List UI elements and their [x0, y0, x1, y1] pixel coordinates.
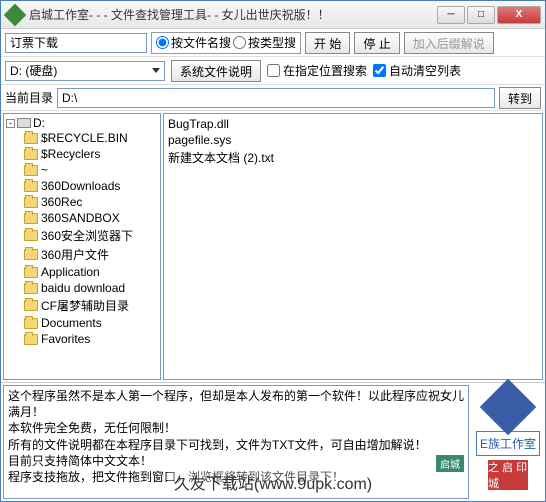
tree-item-label: CF屠梦辅助目录 [41, 297, 129, 314]
file-item[interactable]: 新建文本文档 (2).txt [168, 148, 538, 167]
folder-icon [24, 334, 38, 345]
tree-item-label: 360安全浏览器下 [41, 227, 133, 244]
close-button[interactable]: X [497, 6, 541, 24]
chevron-down-icon [152, 68, 160, 73]
path-label: 当前目录 [5, 89, 53, 106]
tree-item[interactable]: baidu download [6, 280, 158, 296]
tree-item-label: $RECYCLE.BIN [41, 131, 128, 145]
tree-item-label: baidu download [41, 281, 125, 295]
file-item[interactable]: BugTrap.dll [168, 116, 538, 132]
maximize-button[interactable]: □ [467, 6, 495, 24]
tree-item[interactable]: Favorites [6, 331, 158, 347]
file-list[interactable]: BugTrap.dllpagefile.sys新建文本文档 (2).txt [163, 113, 543, 380]
main-area: - D: $RECYCLE.BIN $Recyclers ~360Downloads… [1, 111, 545, 383]
tree-item-label: ~ [41, 163, 48, 177]
tree-item-label: Favorites [41, 332, 90, 346]
folder-icon [24, 165, 38, 176]
tree-root-item[interactable]: - D: [6, 116, 158, 130]
folder-icon [24, 318, 38, 329]
go-button[interactable]: 转到 [499, 87, 541, 109]
stop-button[interactable]: 停 止 [354, 32, 399, 54]
tree-item[interactable]: Application [6, 264, 158, 280]
toolbar-drive: D: (硬盘) 系统文件说明 在指定位置搜索 自动清空列表 [1, 57, 545, 85]
search-input[interactable] [5, 33, 147, 53]
app-icon [4, 3, 27, 26]
description-panel[interactable]: 这个程序虽然不是本人第一个程序，但却是本人发布的第一个软件！以此程序应祝女儿满月… [3, 385, 469, 499]
main-window: 启城工作室- - - 文件查找管理工具- - 女儿出世庆祝版！！ ─ □ X 按… [0, 0, 546, 502]
folder-icon [24, 181, 38, 192]
tree-root-label: D: [33, 116, 45, 130]
file-item[interactable]: pagefile.sys [168, 132, 538, 148]
tree-item[interactable]: $Recyclers [6, 146, 158, 162]
tree-item[interactable]: 360安全浏览器下 [6, 226, 158, 245]
drive-icon [17, 118, 31, 128]
toolbar-path: 当前目录 转到 [1, 85, 545, 111]
start-button[interactable]: 开 始 [305, 32, 350, 54]
tree-item[interactable]: 360SANDBOX [6, 210, 158, 226]
search-mode-group: 按文件名搜 按类型搜 [151, 32, 301, 54]
path-input[interactable] [57, 88, 495, 108]
tree-item-label: 360SANDBOX [41, 211, 120, 225]
radio-by-type[interactable]: 按类型搜 [233, 34, 296, 51]
folder-icon [24, 283, 38, 294]
tree-item-label: 360Downloads [41, 179, 120, 193]
tree-item[interactable]: 360Downloads [6, 178, 158, 194]
folder-icon [24, 249, 38, 260]
folder-icon [24, 300, 38, 311]
minimize-button[interactable]: ─ [437, 6, 465, 24]
folder-icon [24, 213, 38, 224]
tree-item[interactable]: $RECYCLE.BIN [6, 130, 158, 146]
radio-by-name[interactable]: 按文件名搜 [156, 34, 231, 51]
sysfile-button[interactable]: 系统文件说明 [171, 60, 261, 82]
folder-icon [24, 230, 38, 241]
tree-item[interactable]: 360用户文件 [6, 245, 158, 264]
toolbar-search: 按文件名搜 按类型搜 开 始 停 止 加入后缀解说 [1, 29, 545, 57]
drive-value: D: (硬盘) [10, 62, 57, 79]
tree-item-label: 360Rec [41, 195, 82, 209]
window-title: 启城工作室- - - 文件查找管理工具- - 女儿出世庆祝版！！ [29, 6, 435, 23]
titlebar[interactable]: 启城工作室- - - 文件查找管理工具- - 女儿出世庆祝版！！ ─ □ X [1, 1, 545, 29]
tree-item[interactable]: CF屠梦辅助目录 [6, 296, 158, 315]
tree-item[interactable]: ~ [6, 162, 158, 178]
folder-icon [24, 267, 38, 278]
red-logo-icon: 之 启 印城 [488, 460, 528, 490]
folder-tree[interactable]: - D: $RECYCLE.BIN $Recyclers ~360Downloads… [3, 113, 161, 380]
folder-icon [24, 149, 38, 160]
bottom-area: 这个程序虽然不是本人第一个程序，但却是本人发布的第一个软件！以此程序应祝女儿满月… [1, 383, 545, 501]
tree-item-label: Documents [41, 316, 102, 330]
blue-logo-icon [480, 379, 537, 436]
drive-combo[interactable]: D: (硬盘) [5, 61, 165, 81]
autoclear-checkbox[interactable]: 自动清空列表 [373, 62, 461, 79]
tree-item[interactable]: Documents [6, 315, 158, 331]
tree-item-label: 360用户文件 [41, 246, 109, 263]
collapse-icon[interactable]: - [6, 119, 15, 128]
search-location-checkbox[interactable]: 在指定位置搜索 [267, 62, 367, 79]
side-panel: E族工作室 之 启 印城 [471, 383, 545, 501]
folder-icon [24, 197, 38, 208]
tree-item-label: Application [41, 265, 100, 279]
append-suffix-button[interactable]: 加入后缀解说 [404, 32, 494, 54]
folder-icon [24, 133, 38, 144]
tree-item[interactable]: 360Rec [6, 194, 158, 210]
tree-item-label: $Recyclers [41, 147, 100, 161]
